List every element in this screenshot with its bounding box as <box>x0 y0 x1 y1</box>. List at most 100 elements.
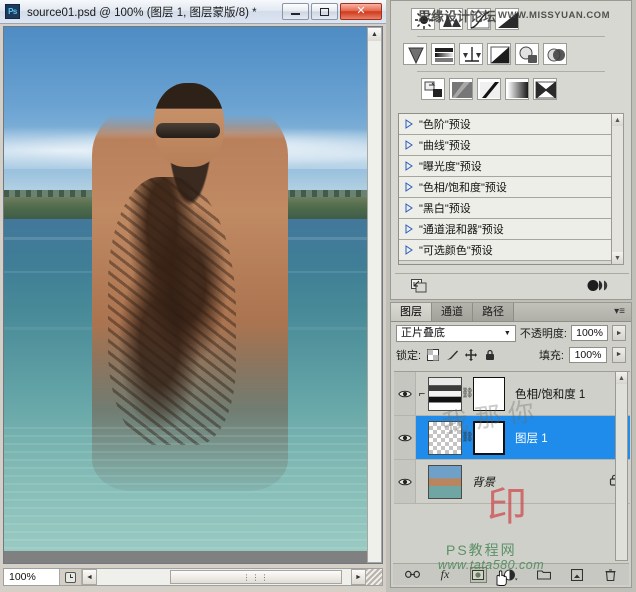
close-icon: ✕ <box>356 5 366 17</box>
blend-mode-select[interactable]: 正片叠底 ▼ <box>396 324 516 342</box>
new-layer-button[interactable] <box>569 567 586 583</box>
add-layer-mask-button[interactable] <box>469 566 487 583</box>
preset-item[interactable]: "曲线"预设 <box>399 135 615 156</box>
presets-scrollbar[interactable]: ▲ ▼ <box>611 113 624 265</box>
layer-visibility-toggle[interactable] <box>394 372 416 415</box>
photoshop-logo-icon: Ps <box>5 4 20 19</box>
gradient-map-icon[interactable] <box>505 78 529 100</box>
link-mask-icon[interactable]: ⛓ <box>461 385 474 403</box>
layer-name[interactable]: 背景 <box>472 474 495 490</box>
vibrance-icon[interactable] <box>403 43 427 65</box>
adjustment-row-3 <box>399 75 623 103</box>
presets-scroll-down-arrow[interactable]: ▼ <box>612 252 623 264</box>
threshold-icon[interactable] <box>477 78 501 100</box>
panel-menu-icon[interactable]: ▾≡ <box>614 303 631 321</box>
link-layers-button[interactable] <box>404 567 421 583</box>
preset-item[interactable]: "色相/饱和度"预设 <box>399 177 615 198</box>
curves-icon[interactable] <box>467 8 491 30</box>
color-balance-icon[interactable] <box>459 43 483 65</box>
presets-scroll-up-arrow[interactable]: ▲ <box>612 114 623 126</box>
panel-dock: 思缘设计论坛 WWW.MISSYUAN.COM "色阶"预设 "曲线"预设 "曝… <box>386 0 636 592</box>
fill-label: 填充: <box>538 349 564 362</box>
document-titlebar[interactable]: Ps source01.psd @ 100% (图层 1, 图层蒙版/8) * … <box>0 0 386 24</box>
invert-icon[interactable] <box>421 78 445 100</box>
clip-to-layer-icon[interactable] <box>587 279 609 292</box>
opacity-input[interactable]: 100% <box>570 325 609 341</box>
water-ripples <box>4 427 368 551</box>
posterize-icon[interactable] <box>449 78 473 100</box>
document-horizontal-scrollbar[interactable]: ◄ ⋮⋮⋮ ► <box>82 569 366 585</box>
disclosure-triangle-icon[interactable] <box>404 245 414 255</box>
dragon-tattoo <box>108 177 236 445</box>
layer-name[interactable]: 色相/饱和度 1 <box>515 386 585 402</box>
fill-stepper[interactable]: ► <box>612 346 626 363</box>
window-resize-grip[interactable] <box>366 569 382 585</box>
selective-color-icon[interactable] <box>533 78 557 100</box>
layer-thumbnail[interactable] <box>428 376 462 411</box>
brightness-contrast-icon[interactable] <box>411 8 435 30</box>
opacity-stepper[interactable]: ► <box>612 325 626 341</box>
delete-layer-button[interactable] <box>602 567 619 583</box>
lock-image-icon[interactable] <box>445 348 459 362</box>
scroll-left-arrow[interactable]: ◄ <box>82 569 97 585</box>
fill-input[interactable]: 100% <box>569 346 607 363</box>
document-info-icon[interactable] <box>60 569 82 585</box>
layer-scroll-up-arrow[interactable]: ▲ <box>616 372 627 384</box>
layer-style-button[interactable]: fx <box>437 567 454 583</box>
preset-item[interactable]: "色阶"预设 <box>399 114 615 135</box>
maximize-button[interactable] <box>311 3 338 20</box>
lock-all-icon[interactable] <box>483 348 497 362</box>
tab-paths[interactable]: 路径 <box>473 303 514 321</box>
table-row[interactable]: 背景 <box>394 460 630 504</box>
preset-item[interactable]: "黑白"预设 <box>399 198 615 219</box>
lock-position-icon[interactable] <box>464 348 478 362</box>
layers-panel-tabs: 图层 通道 路径 ▾≡ <box>391 303 631 322</box>
hue-saturation-icon[interactable] <box>431 43 455 65</box>
disclosure-triangle-icon[interactable] <box>404 182 414 192</box>
layer-thumbnail[interactable] <box>428 420 462 455</box>
layer-list-scrollbar[interactable]: ▲ <box>615 371 628 561</box>
zoom-level-field[interactable]: 100% <box>4 569 60 585</box>
close-button[interactable]: ✕ <box>340 3 382 20</box>
canvas-area[interactable] <box>3 26 383 564</box>
photo-filter-icon[interactable] <box>515 43 539 65</box>
levels-icon[interactable] <box>439 8 463 30</box>
disclosure-triangle-icon[interactable] <box>404 203 414 213</box>
lock-transparent-icon[interactable] <box>426 348 440 362</box>
disclosure-triangle-icon[interactable] <box>404 161 414 171</box>
scroll-right-arrow[interactable]: ► <box>351 569 366 585</box>
adjustment-icon-grid <box>391 1 631 103</box>
exposure-icon[interactable] <box>495 8 519 30</box>
document-vertical-scrollbar[interactable]: ▲ <box>367 27 382 563</box>
tab-channels[interactable]: 通道 <box>432 303 473 321</box>
minimize-button[interactable] <box>282 3 309 20</box>
preset-label: "色相/饱和度"预设 <box>419 182 507 194</box>
preset-label: "可选颜色"预设 <box>419 245 493 257</box>
layer-visibility-toggle[interactable] <box>394 460 416 503</box>
layer-mask-thumbnail[interactable] <box>473 420 505 455</box>
adjustment-presets-list[interactable]: "色阶"预设 "曲线"预设 "曝光度"预设 "色相/饱和度"预设 "黑白"预设 <box>398 113 616 265</box>
layers-panel-footer: fx <box>393 563 629 585</box>
horizontal-scroll-thumb[interactable]: ⋮⋮⋮ <box>170 570 342 584</box>
disclosure-triangle-icon[interactable] <box>404 224 414 234</box>
preset-item[interactable]: "可选颜色"预设 <box>399 240 615 261</box>
black-white-icon[interactable] <box>487 43 511 65</box>
preset-item[interactable]: "曝光度"预设 <box>399 156 615 177</box>
link-mask-icon[interactable]: ⛓ <box>461 429 474 447</box>
preset-item[interactable]: "通道混和器"预设 <box>399 219 615 240</box>
channel-mixer-icon[interactable] <box>543 43 567 65</box>
new-group-button[interactable] <box>536 567 553 583</box>
table-row[interactable]: ⛓ 图层 1 <box>394 416 630 460</box>
disclosure-triangle-icon[interactable] <box>404 140 414 150</box>
tab-layers[interactable]: 图层 <box>391 303 432 321</box>
layer-mask-thumbnail[interactable] <box>473 376 505 411</box>
window-controls: ✕ <box>282 3 382 20</box>
adjustment-row-1 <box>399 5 623 33</box>
layer-thumbnail[interactable] <box>428 464 462 499</box>
layer-name[interactable]: 图层 1 <box>515 430 548 446</box>
layer-visibility-toggle[interactable] <box>394 416 416 459</box>
expand-view-icon[interactable] <box>411 278 427 293</box>
scroll-up-arrow[interactable]: ▲ <box>368 28 381 41</box>
disclosure-triangle-icon[interactable] <box>404 119 414 129</box>
table-row[interactable]: ⌐ ⛓ 色相/饱和度 1 <box>394 372 630 416</box>
